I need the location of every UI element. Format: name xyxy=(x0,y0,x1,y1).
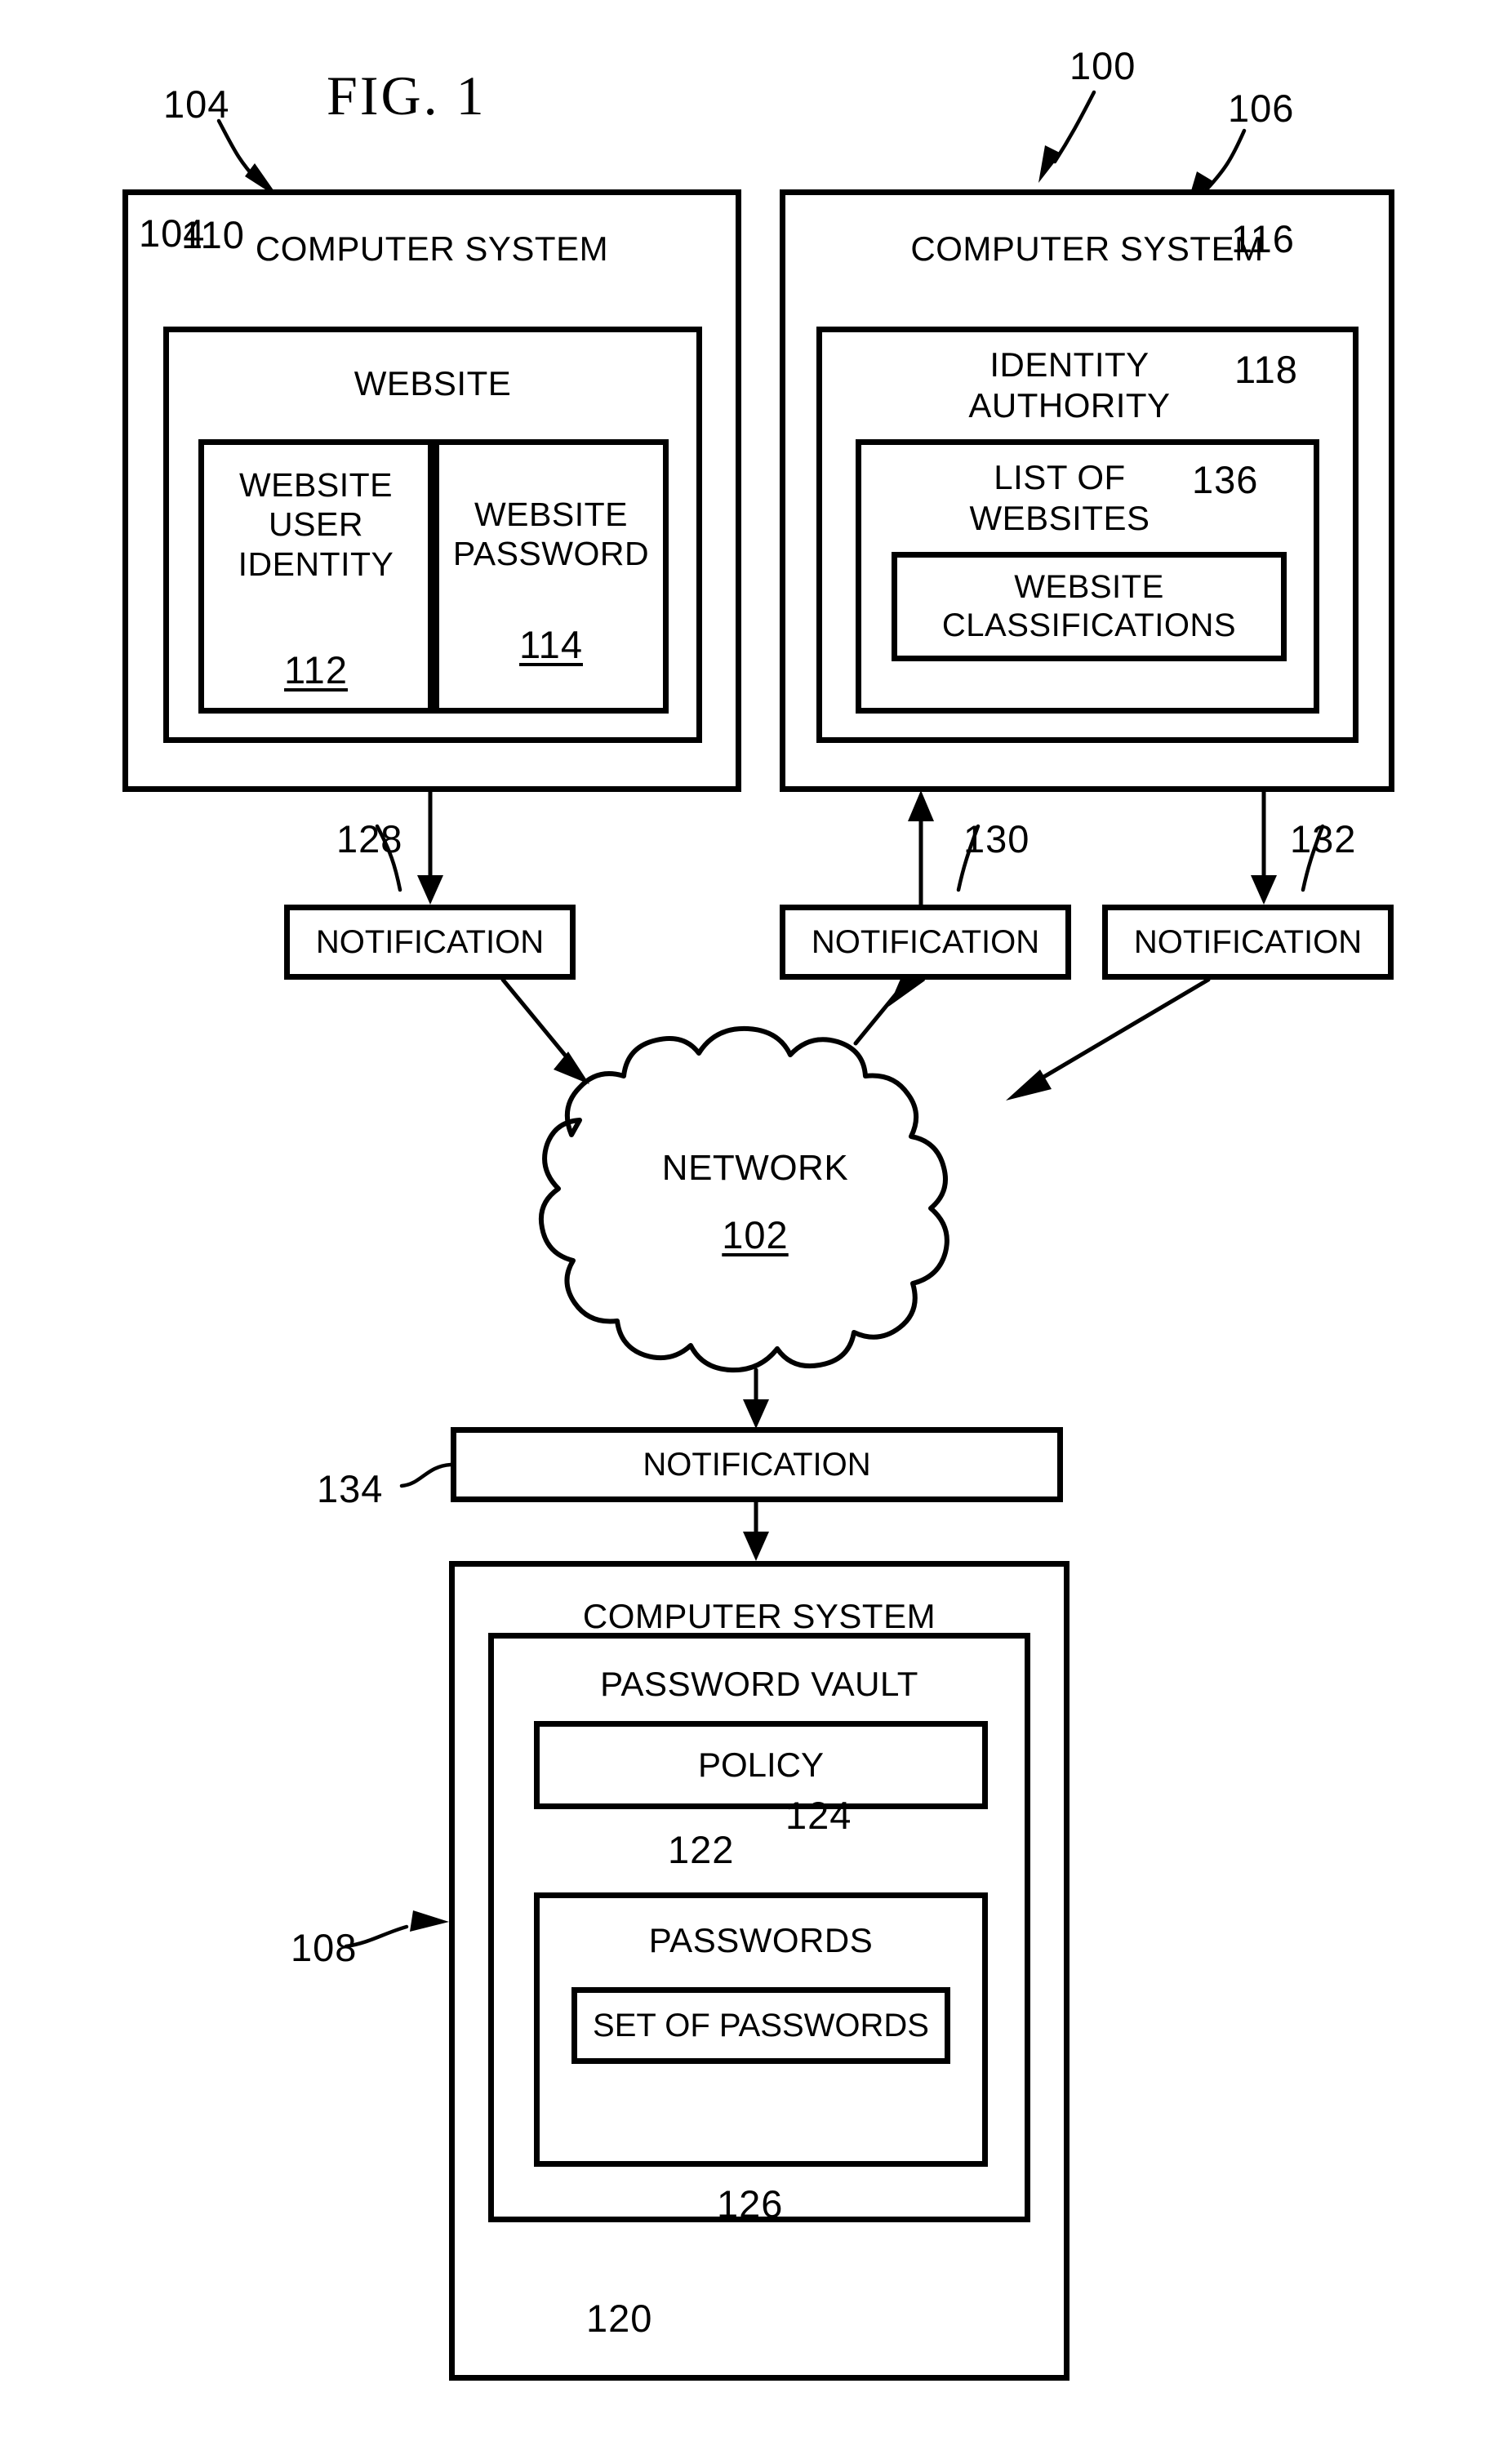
leader-100 xyxy=(1038,90,1096,183)
ref-130: 130 xyxy=(963,817,1030,861)
passwords-label: PASSWORDS xyxy=(648,1921,874,1959)
policy-box: POLICY xyxy=(534,1721,988,1809)
patent-figure-page: FIG. 1 COMPUTER SYSTEM 104 104 WEBSITE 1… xyxy=(0,0,1512,2437)
ref-108: 108 xyxy=(291,1926,358,1969)
network-label: NETWORK xyxy=(661,1148,849,1188)
ref-128: 128 xyxy=(336,817,403,861)
password-vault-title: PASSWORD VAULT xyxy=(600,1665,918,1703)
notification-132-label: NOTIFICATION xyxy=(1133,923,1363,960)
leader-134 xyxy=(399,1462,453,1488)
figure-title: FIG. 1 xyxy=(327,64,487,127)
website-classifications-box: WEBSITE CLASSIFICATIONS xyxy=(892,552,1287,661)
ref-114: 114 xyxy=(519,623,583,666)
bottom-computer-system-title: COMPUTER SYSTEM xyxy=(582,1597,936,1635)
arrow-notification-132-to-cloud xyxy=(1006,977,1211,1101)
ref-136: 136 xyxy=(1192,458,1259,501)
ref-110: 110 xyxy=(181,213,245,256)
right-computer-system-title: COMPUTER SYSTEM xyxy=(910,229,1264,268)
leader-108 xyxy=(344,1910,449,1949)
ref-124: 124 xyxy=(785,1794,852,1837)
ref-106: 106 xyxy=(1228,87,1295,130)
ref-112: 112 xyxy=(284,648,348,692)
arrow-cloud-to-notification-134 xyxy=(743,1367,769,1429)
ref-126: 126 xyxy=(717,2182,784,2226)
network-cloud-shape xyxy=(539,1025,949,1373)
ref-102: 102 xyxy=(722,1213,789,1256)
leader-104 xyxy=(216,118,279,198)
notification-box-134: NOTIFICATION xyxy=(451,1427,1063,1502)
notification-box-132: NOTIFICATION xyxy=(1102,905,1394,980)
policy-label: POLICY xyxy=(697,1745,825,1784)
arrow-notification-128-to-cloud xyxy=(500,977,589,1084)
notification-box-128: NOTIFICATION xyxy=(284,905,576,980)
ref-100: 100 xyxy=(1070,44,1136,87)
notification-134-label: NOTIFICATION xyxy=(643,1446,871,1483)
website-title: WEBSITE xyxy=(354,364,512,402)
notification-box-130: NOTIFICATION xyxy=(780,905,1071,980)
website-user-identity-label: WEBSITE USER IDENTITY xyxy=(238,466,394,583)
notification-128-label: NOTIFICATION xyxy=(315,923,545,960)
arrow-notification-134-to-bottom-system xyxy=(743,1500,769,1561)
arrow-notification-130-to-right-system xyxy=(908,790,934,907)
notification-130-label: NOTIFICATION xyxy=(811,923,1040,960)
website-password-label: WEBSITE PASSWORD xyxy=(452,496,650,573)
arrow-right-system-to-notification-132 xyxy=(1251,788,1277,905)
website-password-box xyxy=(434,439,669,714)
website-classifications-label: WEBSITE CLASSIFICATIONS xyxy=(941,568,1237,643)
ref-120: 120 xyxy=(586,2297,653,2340)
ref-134: 134 xyxy=(317,1467,384,1510)
ref-118: 118 xyxy=(1234,348,1298,391)
arrow-left-system-to-notification-128 xyxy=(417,788,443,905)
ref-122: 122 xyxy=(668,1828,735,1871)
set-of-passwords-label: SET OF PASSWORDS xyxy=(593,2007,929,2043)
set-of-passwords-box: SET OF PASSWORDS xyxy=(571,1987,950,2064)
ref-132: 132 xyxy=(1290,817,1357,861)
ref-104-top: 104 xyxy=(163,82,230,126)
ref-116: 116 xyxy=(1231,217,1295,260)
